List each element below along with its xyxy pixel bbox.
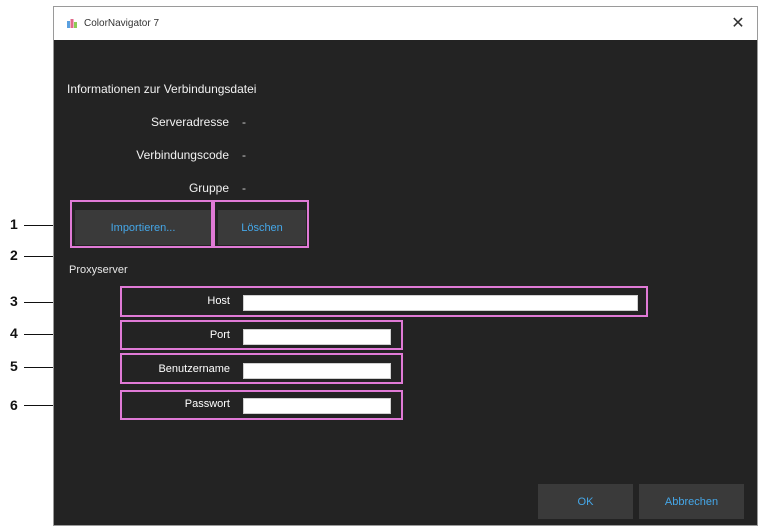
connection-file-heading: Informationen zur Verbindungsdatei xyxy=(67,82,257,96)
callout-number: 6 xyxy=(10,397,18,413)
username-highlight-box xyxy=(120,353,403,384)
proxy-heading: Proxyserver xyxy=(69,264,128,276)
callout-number: 5 xyxy=(10,358,18,374)
title-bar: ColorNavigator 7 ✕ xyxy=(54,7,757,40)
connection-code-label: Verbindungscode xyxy=(136,148,229,162)
callout-number: 1 xyxy=(10,216,18,232)
delete-highlight-box xyxy=(213,200,309,248)
password-highlight-box xyxy=(120,390,403,420)
ok-button[interactable]: OK xyxy=(538,484,633,519)
callout-number: 4 xyxy=(10,325,18,341)
group-label: Gruppe xyxy=(188,181,229,195)
group-value: - xyxy=(242,181,246,195)
cancel-button[interactable]: Abbrechen xyxy=(639,484,744,519)
window-title: ColorNavigator 7 xyxy=(84,18,160,29)
callout-number: 2 xyxy=(10,247,18,263)
colornavigator-icon xyxy=(66,18,78,30)
import-highlight-box xyxy=(70,200,213,248)
port-highlight-box xyxy=(120,320,403,350)
dialog-content: Informationen zur Verbindungsdatei Serve… xyxy=(54,40,757,525)
dialog-window: ColorNavigator 7 ✕ Informationen zur Ver… xyxy=(53,6,758,526)
connection-code-value: - xyxy=(242,148,246,162)
close-icon[interactable]: ✕ xyxy=(728,13,748,33)
callout-number: 3 xyxy=(10,293,18,309)
server-address-label: Serveradresse xyxy=(150,115,229,129)
server-address-value: - xyxy=(242,115,246,129)
host-highlight-box xyxy=(120,286,648,317)
